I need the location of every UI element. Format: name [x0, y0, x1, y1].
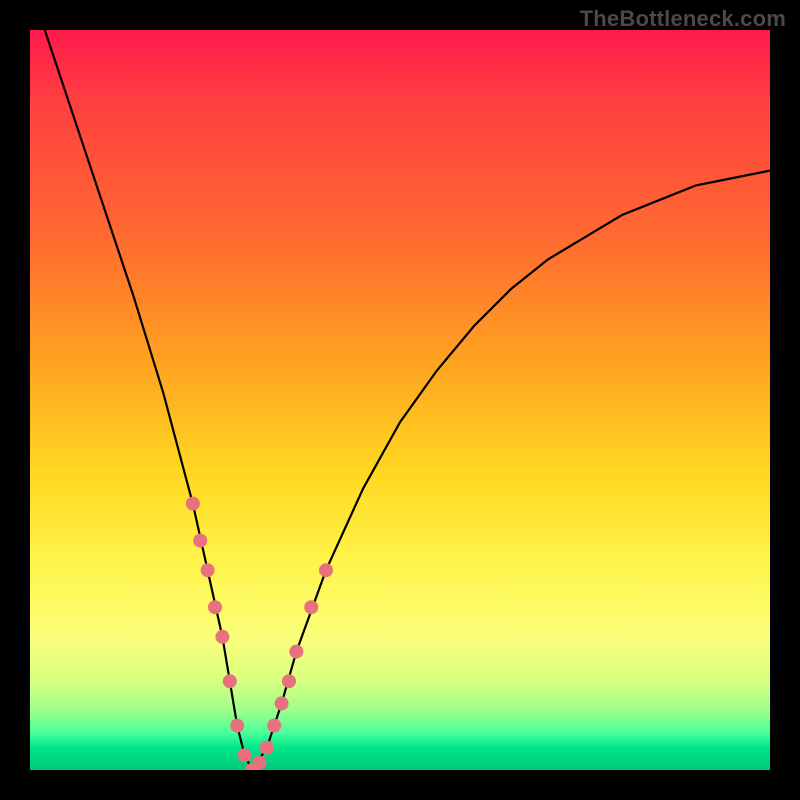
benchmark-marker: [252, 756, 266, 770]
benchmark-marker: [201, 563, 215, 577]
benchmark-marker: [186, 497, 200, 511]
benchmark-marker: [215, 630, 229, 644]
benchmark-marker: [282, 674, 296, 688]
benchmark-marker: [304, 600, 318, 614]
benchmark-marker: [230, 719, 244, 733]
chart-svg: [30, 30, 770, 770]
benchmark-marker: [275, 696, 289, 710]
benchmark-marker: [193, 534, 207, 548]
plot-area: [30, 30, 770, 770]
benchmark-marker: [319, 563, 333, 577]
bottleneck-curve: [45, 30, 770, 770]
chart-frame: TheBottleneck.com: [0, 0, 800, 800]
benchmark-marker: [289, 645, 303, 659]
benchmark-markers: [186, 497, 333, 770]
watermark-text: TheBottleneck.com: [580, 6, 786, 32]
benchmark-marker: [223, 674, 237, 688]
benchmark-marker: [238, 748, 252, 762]
benchmark-marker: [267, 719, 281, 733]
benchmark-marker: [260, 741, 274, 755]
benchmark-marker: [208, 600, 222, 614]
